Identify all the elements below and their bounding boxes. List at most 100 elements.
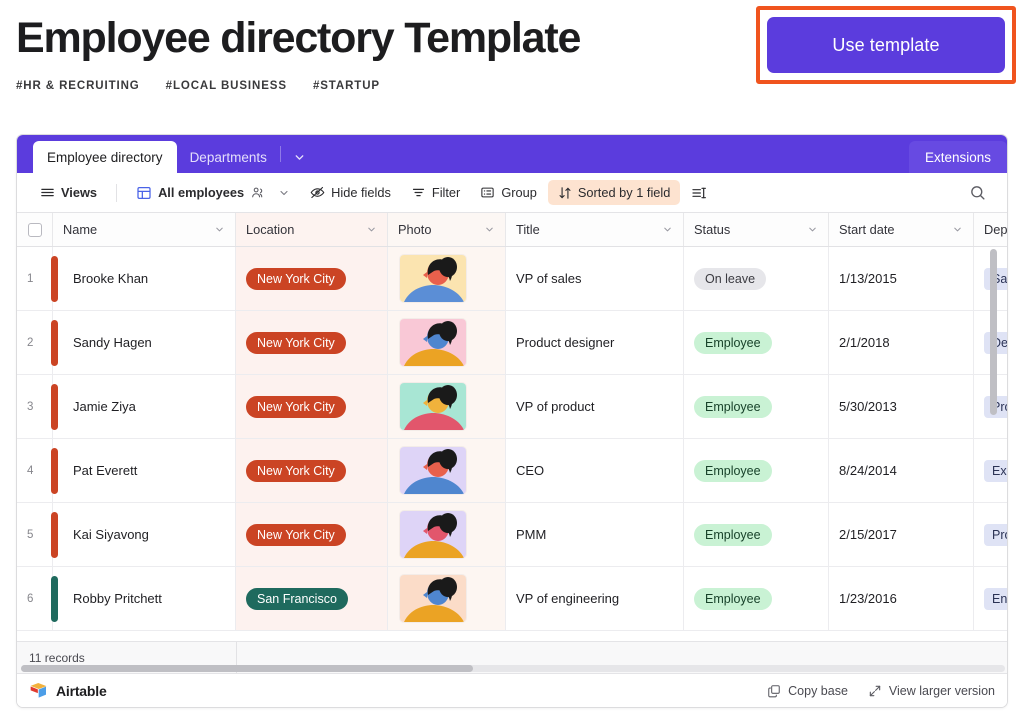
cell-name[interactable]: Sandy Hagen: [53, 311, 236, 374]
cell-title[interactable]: VP of engineering: [506, 567, 684, 630]
tag-hr-recruiting[interactable]: #HR & RECRUITING: [16, 80, 140, 92]
column-header-photo[interactable]: Photo: [388, 213, 506, 246]
employee-photo: [400, 319, 466, 366]
column-header-start-date[interactable]: Start date: [829, 213, 974, 246]
cell-name[interactable]: Pat Everett: [53, 439, 236, 502]
cell-photo[interactable]: [388, 375, 506, 438]
chevron-down-icon[interactable]: [366, 224, 377, 235]
copy-icon: [767, 684, 781, 698]
cell-title[interactable]: Product designer: [506, 311, 684, 374]
chevron-down-icon[interactable]: [484, 224, 495, 235]
row-number-cell[interactable]: 6: [17, 567, 58, 630]
cell-start-date[interactable]: 1/23/2016: [829, 567, 974, 630]
use-template-highlight: Use template: [756, 6, 1016, 84]
cell-title[interactable]: CEO: [506, 439, 684, 502]
column-label: Location: [246, 222, 295, 237]
row-number-cell[interactable]: 2: [17, 311, 58, 374]
cell-location[interactable]: New York City: [236, 247, 388, 310]
column-header-department[interactable]: Depa: [974, 213, 1007, 246]
column-header-title[interactable]: Title: [506, 213, 684, 246]
cell-status[interactable]: Employee: [684, 503, 829, 566]
cell-title[interactable]: VP of sales: [506, 247, 684, 310]
filter-button[interactable]: Filter: [402, 180, 469, 205]
cell-name[interactable]: Brooke Khan: [53, 247, 236, 310]
cell-photo[interactable]: [388, 311, 506, 374]
table-row[interactable]: 5 Kai Siyavong New York City PMM Employee 2/1…: [17, 503, 1007, 567]
cell-status[interactable]: On leave: [684, 247, 829, 310]
cell-status[interactable]: Employee: [684, 567, 829, 630]
view-chevron-down-icon[interactable]: [278, 187, 290, 199]
column-label: Start date: [839, 222, 895, 237]
cell-name[interactable]: Robby Pritchett: [53, 567, 236, 630]
grid-header-row: Name Location Photo Title Status Start d…: [17, 213, 1007, 247]
table-row[interactable]: 3 Jamie Ziya New York City VP of product Emp…: [17, 375, 1007, 439]
row-height-button[interactable]: [682, 180, 716, 206]
column-header-location[interactable]: Location: [236, 213, 388, 246]
cell-status[interactable]: Employee: [684, 375, 829, 438]
cell-photo[interactable]: [388, 503, 506, 566]
row-number-cell[interactable]: 3: [17, 375, 58, 438]
tag-startup[interactable]: #STARTUP: [313, 80, 380, 92]
table-row[interactable]: 1 Brooke Khan New York City VP of sales On l…: [17, 247, 1007, 311]
cell-title[interactable]: VP of product: [506, 375, 684, 438]
cell-start-date[interactable]: 1/13/2015: [829, 247, 974, 310]
hide-fields-button[interactable]: Hide fields: [301, 180, 400, 205]
cell-start-date[interactable]: 2/1/2018: [829, 311, 974, 374]
copy-base-button[interactable]: Copy base: [767, 684, 848, 698]
cell-department[interactable]: Engi: [974, 567, 1007, 630]
cell-title[interactable]: PMM: [506, 503, 684, 566]
column-label: Photo: [398, 222, 432, 237]
tab-employee-directory[interactable]: Employee directory: [33, 141, 177, 173]
table-row[interactable]: 2 Sandy Hagen New York City Product designe…: [17, 311, 1007, 375]
embed-footer: Airtable Copy base View larger version: [17, 673, 1007, 707]
cell-name[interactable]: Kai Siyavong: [53, 503, 236, 566]
column-header-status[interactable]: Status: [684, 213, 829, 246]
cell-name[interactable]: Jamie Ziya: [53, 375, 236, 438]
location-badge: New York City: [246, 395, 346, 418]
chevron-down-icon[interactable]: [214, 224, 225, 235]
chevron-down-icon[interactable]: [807, 224, 818, 235]
cell-photo[interactable]: [388, 247, 506, 310]
cell-photo[interactable]: [388, 439, 506, 502]
column-header-name[interactable]: Name: [53, 213, 236, 246]
tab-overflow-chevron-down-icon[interactable]: [281, 141, 318, 173]
cell-location[interactable]: New York City: [236, 439, 388, 502]
cell-status[interactable]: Employee: [684, 439, 829, 502]
grid-inner: Name Location Photo Title Status Start d…: [17, 213, 1007, 631]
cell-start-date[interactable]: 8/24/2014: [829, 439, 974, 502]
cell-department[interactable]: Exec: [974, 439, 1007, 502]
chevron-down-icon[interactable]: [662, 224, 673, 235]
use-template-button[interactable]: Use template: [767, 17, 1005, 73]
view-larger-button[interactable]: View larger version: [868, 684, 995, 698]
cell-location[interactable]: New York City: [236, 503, 388, 566]
group-button[interactable]: Group: [471, 180, 546, 205]
select-all-cell[interactable]: [17, 213, 53, 246]
cell-location[interactable]: New York City: [236, 375, 388, 438]
tab-departments[interactable]: Departments: [177, 141, 280, 173]
table-row[interactable]: 6 Robby Pritchett San Francisco VP of engin…: [17, 567, 1007, 631]
cell-location[interactable]: San Francisco: [236, 567, 388, 630]
records-grid[interactable]: Name Location Photo Title Status Start d…: [17, 213, 1007, 641]
sort-button[interactable]: Sorted by 1 field: [547, 180, 681, 205]
row-number-cell[interactable]: 5: [17, 503, 58, 566]
table-row[interactable]: 4 Pat Everett New York City CEO Employee 8/24…: [17, 439, 1007, 503]
location-badge: New York City: [246, 267, 346, 290]
chevron-down-icon[interactable]: [952, 224, 963, 235]
horizontal-scrollbar[interactable]: [21, 665, 473, 672]
row-number-cell[interactable]: 1: [17, 247, 58, 310]
cell-department[interactable]: Prod: [974, 503, 1007, 566]
vertical-scrollbar[interactable]: [990, 249, 997, 415]
cell-status[interactable]: Employee: [684, 311, 829, 374]
tag-local-business[interactable]: #LOCAL BUSINESS: [166, 80, 287, 92]
views-button[interactable]: Views: [31, 180, 106, 205]
current-view-button[interactable]: All employees: [127, 180, 299, 206]
cell-location[interactable]: New York City: [236, 311, 388, 374]
cell-start-date[interactable]: 2/15/2017: [829, 503, 974, 566]
row-number-cell[interactable]: 4: [17, 439, 58, 502]
cell-start-date[interactable]: 5/30/2013: [829, 375, 974, 438]
column-label: Title: [516, 222, 540, 237]
tab-extensions[interactable]: Extensions: [908, 141, 1007, 173]
select-all-checkbox[interactable]: [27, 222, 42, 237]
cell-photo[interactable]: [388, 567, 506, 630]
search-button[interactable]: [960, 179, 995, 206]
